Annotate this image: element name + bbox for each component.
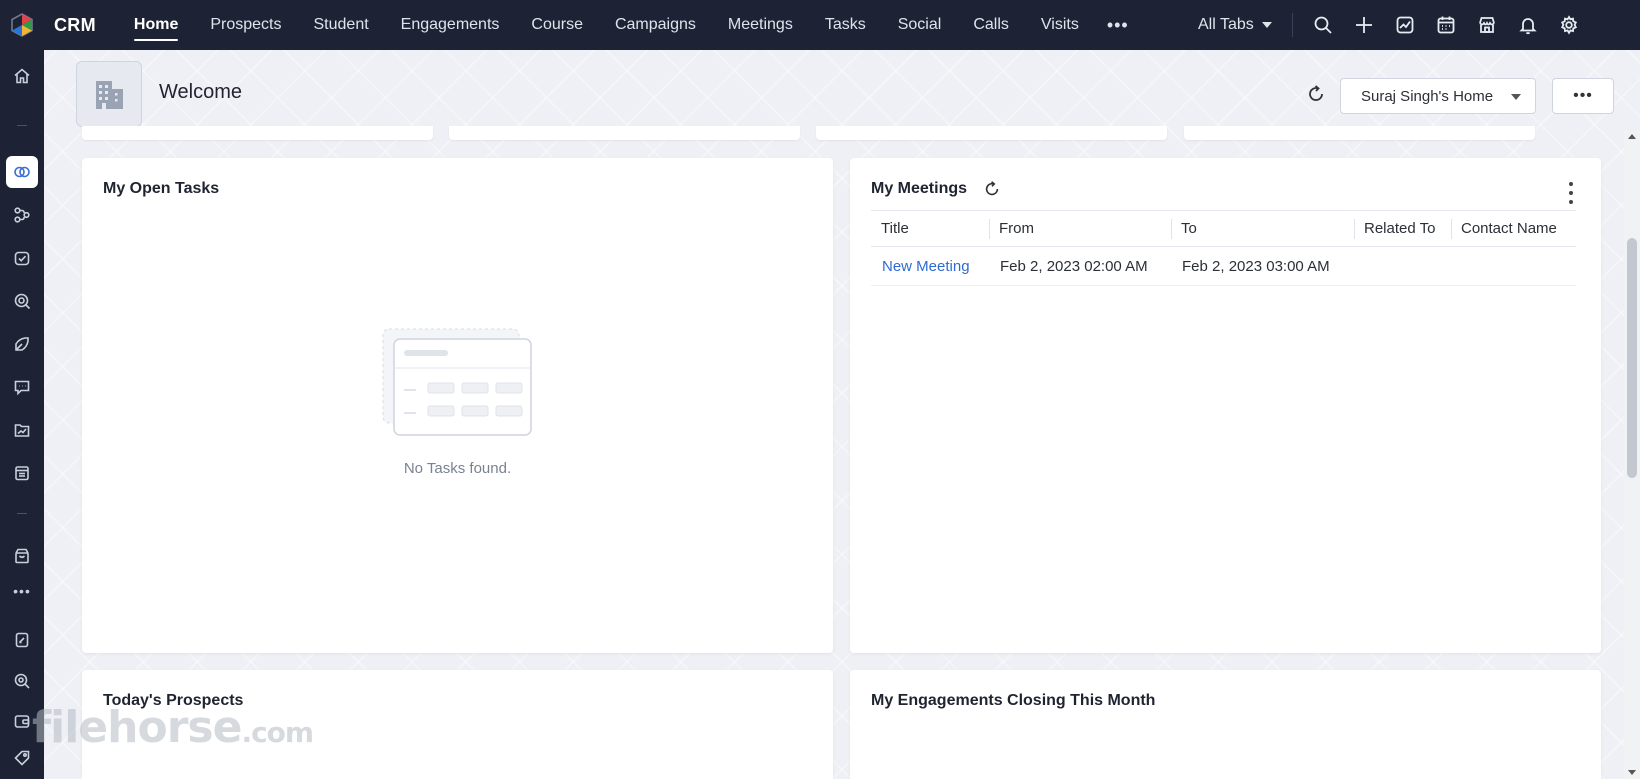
top-navigation-bar: CRM Home Prospects Student Engagements C… (0, 0, 1640, 50)
main-nav: Home Prospects Student Engagements Cours… (118, 0, 1141, 50)
home-icon[interactable] (6, 60, 38, 92)
nav-tab-engagements[interactable]: Engagements (385, 0, 516, 50)
refresh-icon[interactable] (1306, 84, 1328, 106)
table-row: New Meeting Feb 2, 2023 02:00 AM Feb 2, … (871, 246, 1576, 286)
home-view-label: Suraj Singh's Home (1361, 87, 1494, 105)
engagements-closing-card: My Engagements Closing This Month (850, 670, 1601, 779)
meeting-to: Feb 2, 2023 03:00 AM (1171, 246, 1354, 286)
sidebar-campaign-icon[interactable] (6, 328, 38, 360)
meeting-from: Feb 2, 2023 02:00 AM (989, 246, 1171, 286)
meeting-contact-name (1451, 246, 1576, 286)
add-icon[interactable] (1343, 0, 1384, 50)
scroll-down-icon[interactable] (1628, 770, 1636, 775)
meeting-related-to (1354, 246, 1451, 286)
chevron-down-icon (1511, 94, 1521, 100)
page-title: Welcome (159, 81, 242, 103)
welcome-header: Welcome Suraj Singh's Home ••• (44, 50, 1624, 134)
meetings-table: Title From To Related To Contact Name Ne… (871, 210, 1576, 286)
sidebar-more-button[interactable]: ••• (6, 583, 38, 603)
analytics-icon[interactable] (1384, 0, 1425, 50)
gear-icon[interactable] (1548, 0, 1589, 50)
chevron-down-icon (1261, 22, 1272, 28)
refresh-icon[interactable] (983, 180, 1003, 200)
empty-tasks-illustration (382, 328, 532, 436)
marketplace-icon[interactable] (1466, 0, 1507, 50)
card-title: My Engagements Closing This Month (871, 692, 1156, 709)
column-header-related-to[interactable]: Related To (1354, 210, 1451, 247)
column-header-from[interactable]: From (989, 210, 1171, 247)
nav-tab-meetings[interactable]: Meetings (712, 0, 809, 50)
watermark-logo: filehorse.com (32, 702, 314, 753)
nav-tab-campaigns[interactable]: Campaigns (599, 0, 712, 50)
sidebar-notes-icon[interactable] (6, 624, 38, 656)
nav-tab-visits[interactable]: Visits (1025, 0, 1095, 50)
sidebar-feeds-icon[interactable] (6, 371, 38, 403)
divider (1292, 13, 1293, 37)
nav-tab-course[interactable]: Course (515, 0, 599, 50)
divider (17, 125, 27, 126)
home-view-dropdown[interactable]: Suraj Singh's Home (1340, 78, 1536, 114)
all-tabs-dropdown[interactable]: All Tabs (1198, 0, 1272, 50)
sidebar-item-crm[interactable] (6, 156, 38, 188)
collapsed-card-stub (816, 126, 1167, 140)
search-icon[interactable] (1302, 0, 1343, 50)
app-logo-icon[interactable] (0, 0, 44, 50)
calendar-icon[interactable] (1425, 0, 1466, 50)
sidebar-inventory-icon[interactable] (6, 540, 38, 572)
main-content: Welcome Suraj Singh's Home ••• My Open T… (44, 50, 1640, 779)
collapsed-card-stub (82, 126, 433, 140)
left-sidebar: ••• (0, 50, 44, 779)
meeting-title-link[interactable]: New Meeting (871, 246, 989, 286)
sidebar-search-icon[interactable] (6, 665, 38, 697)
card-title: My Meetings (871, 180, 968, 197)
nav-more-button[interactable]: ••• (1095, 15, 1141, 36)
nav-tab-calls[interactable]: Calls (957, 0, 1025, 50)
open-tasks-card: My Open Tasks No Tasks found. (82, 158, 833, 653)
scrollbar-thumb[interactable] (1627, 238, 1637, 478)
bell-icon[interactable] (1507, 0, 1548, 50)
nav-tab-student[interactable]: Student (298, 0, 385, 50)
top-icon-toolbar (1302, 0, 1589, 50)
card-title: My Open Tasks (103, 180, 220, 197)
sidebar-reports-icon[interactable] (6, 414, 38, 446)
meetings-card: My Meetings Title From To Related To Con… (850, 158, 1601, 653)
column-header-title[interactable]: Title (871, 210, 989, 247)
scroll-up-icon[interactable] (1628, 134, 1636, 139)
header-more-button[interactable]: ••• (1552, 78, 1614, 114)
sidebar-documents-icon[interactable] (6, 457, 38, 489)
sidebar-workflow-icon[interactable] (6, 199, 38, 231)
all-tabs-label: All Tabs (1198, 16, 1254, 33)
collapsed-card-stub (449, 126, 800, 140)
nav-tab-home[interactable]: Home (118, 0, 194, 50)
card-options-icon[interactable] (1563, 182, 1579, 204)
empty-state-text: No Tasks found. (403, 460, 512, 477)
collapsed-card-stub (1184, 126, 1535, 140)
column-header-to[interactable]: To (1171, 210, 1354, 247)
sidebar-activities-icon[interactable] (6, 285, 38, 317)
nav-tab-prospects[interactable]: Prospects (194, 0, 297, 50)
sidebar-sales-icon[interactable] (6, 242, 38, 274)
divider (17, 513, 27, 514)
building-icon (76, 61, 142, 127)
column-header-contact-name[interactable]: Contact Name (1451, 210, 1576, 247)
nav-tab-tasks[interactable]: Tasks (809, 0, 882, 50)
page-scrollbar[interactable] (1624, 130, 1640, 779)
nav-tab-social[interactable]: Social (882, 0, 958, 50)
brand-name: CRM (54, 14, 96, 35)
